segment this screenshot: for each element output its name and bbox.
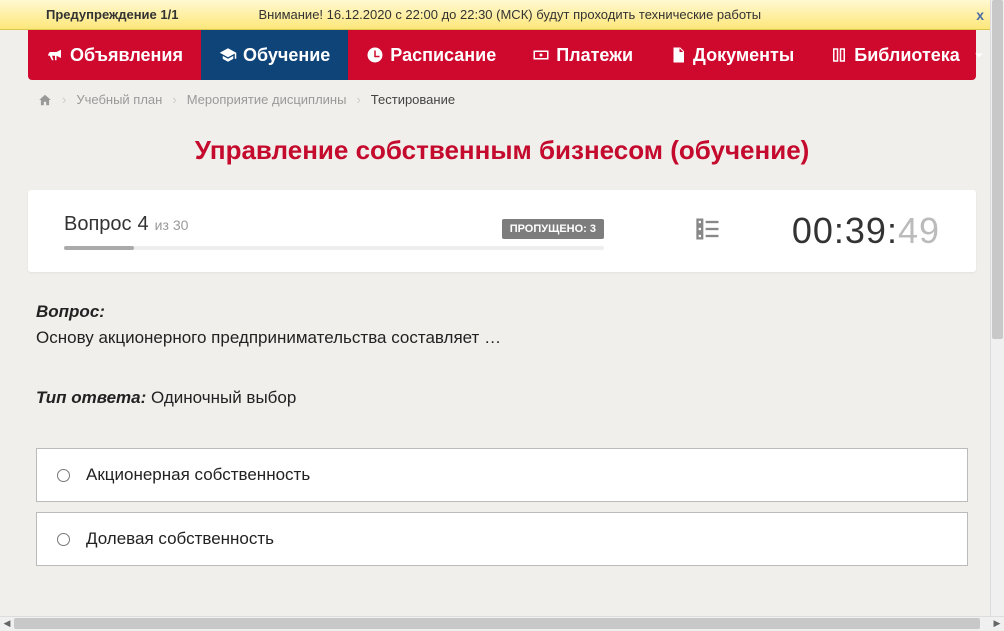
answer-type: Одиночный выбор <box>151 388 296 407</box>
question-counter: Вопрос 4 из 30 <box>64 213 188 236</box>
tab-schedule[interactable]: Расписание <box>348 30 514 80</box>
breadcrumb-sep-icon: › <box>62 92 66 107</box>
tab-documents[interactable]: Документы <box>651 30 812 80</box>
answer-radio[interactable] <box>57 469 70 482</box>
breadcrumb-plan[interactable]: Учебный план <box>76 92 162 107</box>
warning-close-button[interactable]: x <box>976 7 984 23</box>
tab-label: Расписание <box>390 45 496 66</box>
tab-label: Объявления <box>70 45 183 66</box>
progress-fill <box>64 246 134 250</box>
question-num: 4 <box>138 213 149 236</box>
answer-radio[interactable] <box>57 533 70 546</box>
breadcrumb-event[interactable]: Мероприятие дисциплины <box>187 92 347 107</box>
tab-announcements[interactable]: Объявления <box>28 30 201 80</box>
breadcrumb-sep-icon: › <box>356 92 360 107</box>
graduation-icon <box>219 46 237 64</box>
answer-type-label: Тип ответа: <box>36 388 146 407</box>
megaphone-icon <box>46 46 64 64</box>
document-icon <box>669 46 687 64</box>
answers-list: Акционерная собственность Долевая собств… <box>28 448 976 566</box>
tab-label: Платежи <box>556 45 633 66</box>
question-label: Вопрос: <box>36 302 968 322</box>
tab-label: Обучение <box>243 45 330 66</box>
money-icon <box>532 46 550 64</box>
question-total: 30 <box>173 217 189 233</box>
warning-label: Предупреждение 1/1 <box>46 7 178 22</box>
warning-text: Внимание! 16.12.2020 c 22:00 до 22:30 (М… <box>258 7 988 22</box>
question-list-button[interactable] <box>694 215 722 248</box>
book-icon <box>830 46 848 64</box>
tab-label: Документы <box>693 45 794 66</box>
scrollbar-thumb[interactable] <box>992 0 1003 339</box>
vertical-scrollbar[interactable] <box>990 0 1004 616</box>
home-icon[interactable] <box>38 93 52 107</box>
page-title: Управление собственным бизнесом (обучени… <box>28 119 976 190</box>
quiz-header: Вопрос 4 из 30 ПРОПУЩЕНО: 3 00:39:49 <box>28 190 976 272</box>
chevron-down-icon <box>970 46 988 64</box>
answer-label: Долевая собственность <box>86 529 274 549</box>
breadcrumb-sep-icon: › <box>172 92 176 107</box>
breadcrumb-testing: Тестирование <box>371 92 455 107</box>
scroll-right-arrow[interactable]: ▶ <box>990 617 1004 631</box>
horizontal-scrollbar[interactable]: ◀ ▶ <box>0 616 1004 630</box>
scrollbar-thumb[interactable] <box>14 618 980 629</box>
timer-main: 00:39: <box>792 210 898 251</box>
answer-option[interactable]: Долевая собственность <box>36 512 968 566</box>
question-block: Вопрос: Основу акционерного предпринимат… <box>28 272 976 408</box>
answer-type-row: Тип ответа: Одиночный выбор <box>36 388 968 408</box>
quiz-progress: Вопрос 4 из 30 ПРОПУЩЕНО: 3 <box>64 213 604 250</box>
scroll-left-arrow[interactable]: ◀ <box>0 617 14 631</box>
of-word: из <box>155 217 169 233</box>
tab-payments[interactable]: Платежи <box>514 30 651 80</box>
answer-option[interactable]: Акционерная собственность <box>36 448 968 502</box>
tab-label: Библиотека <box>854 45 960 66</box>
timer: 00:39:49 <box>792 210 940 252</box>
timer-seconds: 49 <box>898 210 940 251</box>
clock-icon <box>366 46 384 64</box>
tab-learning[interactable]: Обучение <box>201 30 348 80</box>
skipped-badge: ПРОПУЩЕНО: 3 <box>502 219 604 239</box>
question-word: Вопрос <box>64 213 132 236</box>
answer-label: Акционерная собственность <box>86 465 310 485</box>
question-text: Основу акционерного предпринимательства … <box>36 328 968 348</box>
warning-bar: Предупреждение 1/1 Внимание! 16.12.2020 … <box>0 0 1004 30</box>
breadcrumb: › Учебный план › Мероприятие дисциплины … <box>28 80 976 119</box>
progress-bar <box>64 246 604 250</box>
nav-tabs: Объявления Обучение Расписание Платежи Д… <box>28 30 976 80</box>
tab-library[interactable]: Библиотека <box>812 30 1004 80</box>
